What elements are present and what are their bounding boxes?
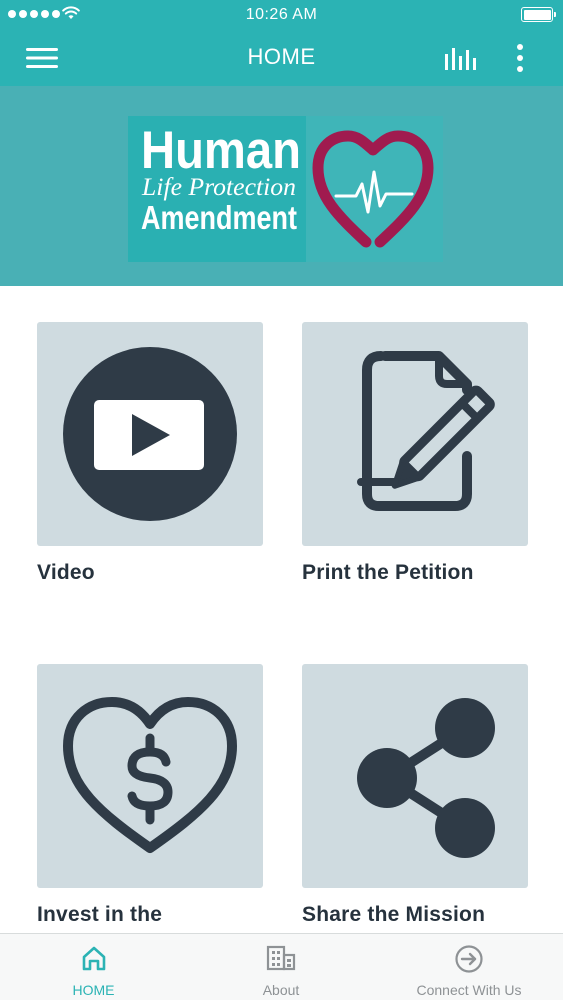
page-title: HOME [247,44,316,69]
document-pencil-icon [357,351,495,511]
home-icon [82,946,105,971]
nav-bar: HOME [0,30,563,86]
header-banner: Human Life Protection Amendment [0,86,563,286]
building-icon [266,945,296,971]
heart-dollar-icon [63,697,237,853]
tile-invest[interactable]: Invest in the Movement [37,664,263,928]
battery-icon [521,7,556,22]
share-icon [357,698,495,858]
tile-share[interactable]: Share the Mission [302,664,528,928]
human-life-protection-amendment-logo: Human Life Protection Amendment [128,116,443,262]
logo-line-3: Amendment [141,199,297,236]
hamburger-menu-icon[interactable] [26,44,58,72]
tab-about-label: About [262,982,300,998]
logo-line-2: Life Protection [141,174,296,201]
play-icon [63,347,237,521]
tile-share-thumb [302,664,528,888]
logo-line-1: Human [141,121,301,180]
tile-invest-thumb [37,664,263,888]
tile-print-petition-label: Print the Petition [302,561,474,584]
status-time: 10:26 AM [245,6,318,23]
arrow-circle-icon [455,945,483,973]
tab-about[interactable]: About [187,934,375,1000]
tile-video-label: Video [37,561,95,584]
tile-print-petition-thumb [302,322,528,546]
tab-connect[interactable]: Connect With Us [375,934,563,1000]
tile-invest-label: Invest in the Movement [37,903,163,926]
tile-video[interactable]: Video [37,322,263,586]
more-vertical-icon[interactable] [508,42,532,74]
tile-share-label: Share the Mission [302,903,486,926]
tab-connect-label: Connect With Us [416,982,522,998]
bar-chart-icon[interactable] [442,44,478,72]
tile-print-petition[interactable]: Print the Petition [302,322,528,586]
tab-home-label: HOME [72,982,115,998]
status-bar: 10:26 AM [0,0,563,30]
tab-bar: HOME About Connect With Us [0,933,563,1000]
tile-video-thumb [37,322,263,546]
tab-home[interactable]: HOME [0,934,187,1000]
